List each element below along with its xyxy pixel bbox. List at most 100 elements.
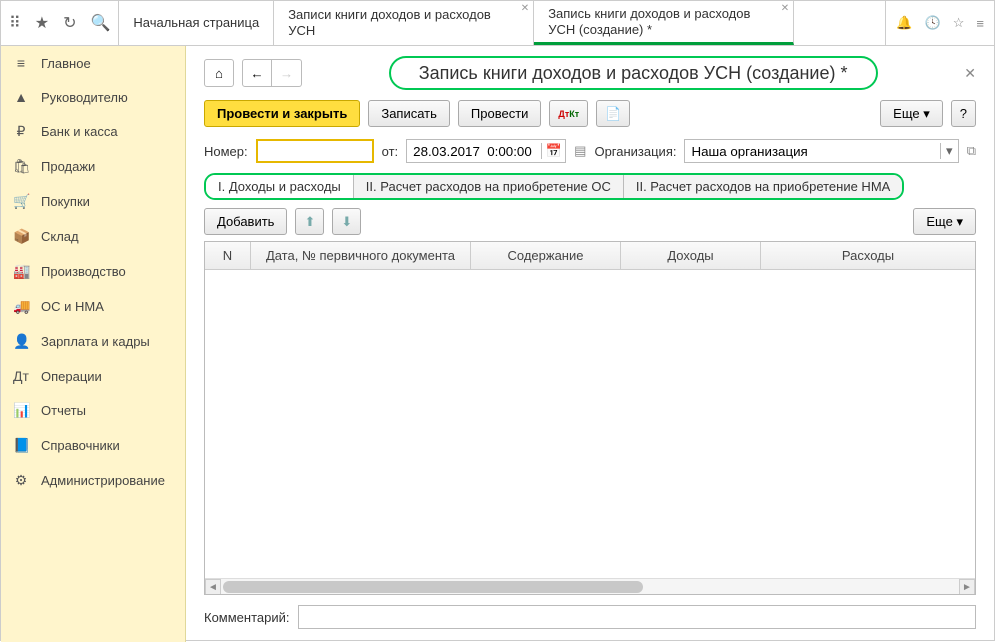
org-label: Организация:	[594, 144, 676, 159]
nav-label: Продажи	[41, 159, 95, 174]
nav-icon: 👤	[13, 333, 29, 350]
menu-icon[interactable]: ≡	[976, 16, 984, 31]
sidebar-item[interactable]: 📘 Справочники	[1, 428, 185, 463]
number-label: Номер:	[204, 144, 248, 159]
tab-close-icon[interactable]: ✕	[781, 3, 789, 15]
table-column-header[interactable]: Дата, № первичного документа	[251, 242, 471, 269]
sidebar-item[interactable]: 📊Отчеты	[1, 393, 185, 428]
list-view-icon[interactable]: ▤	[574, 143, 586, 159]
move-up-button[interactable]: ⬆	[295, 208, 324, 235]
nav-icon: 📘	[13, 437, 29, 454]
subtabs-wrap: I. Доходы и расходыII. Расчет расходов н…	[204, 173, 976, 200]
calendar-icon[interactable]: 📅	[541, 143, 565, 159]
fields-row: Номер: от: 📅 ▤ Организация: ▾ ⧉	[204, 139, 976, 163]
subtab[interactable]: II. Расчет расходов на приобретение ОС	[354, 175, 624, 198]
top-tab[interactable]: Записи книги доходов и расходов УСН✕	[274, 1, 534, 45]
title-row: ⌂ ← → Запись книги доходов и расходов УС…	[204, 59, 976, 87]
search-icon[interactable]: 🔍	[90, 13, 110, 33]
tab-close-icon[interactable]: ✕	[521, 3, 529, 15]
nav-icon: ▲	[13, 89, 29, 105]
top-tab[interactable]: Запись книги доходов и расходов УСН (соз…	[534, 1, 794, 45]
nav-icon: 📦	[13, 228, 29, 245]
date-field: 📅	[406, 139, 566, 163]
sidebar-item[interactable]: 🛒 Покупки	[1, 184, 185, 219]
home-button[interactable]: ⌂	[204, 59, 234, 87]
date-input[interactable]	[407, 140, 541, 162]
nav-icon: 🚚	[13, 298, 29, 315]
org-input[interactable]	[685, 140, 939, 162]
table-column-header[interactable]: Содержание	[471, 242, 621, 269]
nav-icon: 🛒	[13, 193, 29, 210]
toolbar-right: 🔔 🕓 ☆ ≡	[885, 1, 994, 45]
comment-label: Комментарий:	[204, 610, 290, 625]
nav-icon: 🏭	[13, 263, 29, 280]
star-outline-icon[interactable]: ☆	[953, 15, 965, 31]
close-icon[interactable]: ✕	[964, 65, 976, 82]
org-field: ▾	[684, 139, 958, 163]
nav-icon: Дт	[13, 368, 29, 384]
nav-icon: ₽	[13, 123, 29, 140]
nav-label: Банк и касса	[41, 124, 118, 139]
table-column-header[interactable]: Доходы	[621, 242, 761, 269]
document-button[interactable]: 📄	[596, 100, 630, 127]
add-button[interactable]: Добавить	[204, 208, 287, 235]
nav-label: Операции	[41, 369, 102, 384]
scroll-left-icon[interactable]: ◄	[205, 579, 221, 595]
table-more-button[interactable]: Еще ▾	[913, 208, 976, 235]
star-icon[interactable]: ★	[35, 13, 49, 33]
more-button[interactable]: Еще ▾	[880, 100, 943, 127]
sidebar-item[interactable]: 🚚 ОС и НМА	[1, 289, 185, 324]
post-and-close-button[interactable]: Провести и закрыть	[204, 100, 360, 127]
nav-icon: ≡	[13, 55, 29, 71]
table-column-header[interactable]: N	[205, 242, 251, 269]
comment-input[interactable]	[298, 605, 977, 629]
subtab[interactable]: II. Расчет расходов на приобретение НМА	[624, 175, 902, 198]
forward-button[interactable]: →	[272, 59, 302, 87]
scroll-right-icon[interactable]: ►	[959, 579, 975, 595]
nav-icon: 🛍	[13, 158, 29, 175]
table-column-header[interactable]: Расходы	[761, 242, 975, 269]
sidebar-item[interactable]: ≡Главное	[1, 46, 185, 80]
bell-icon[interactable]: 🔔	[896, 15, 912, 31]
history-icon[interactable]: ↻	[63, 13, 76, 33]
sidebar-item[interactable]: ₽ Банк и касса	[1, 114, 185, 149]
nav-label: Зарплата и кадры	[41, 334, 150, 349]
help-button[interactable]: ?	[951, 100, 976, 127]
sidebar-item[interactable]: ⚙Администрирование	[1, 463, 185, 498]
sidebar: ≡Главное▲Руководителю ₽ Банк и касса 🛍 Прода…	[1, 46, 186, 642]
apps-icon[interactable]: ⠿	[9, 13, 21, 33]
org-detail-icon[interactable]: ⧉	[967, 143, 976, 159]
subtab[interactable]: I. Доходы и расходы	[206, 175, 354, 198]
sidebar-item[interactable]: 🏭Производство	[1, 254, 185, 289]
sidebar-item[interactable]: 📦 Склад	[1, 219, 185, 254]
clock-icon[interactable]: 🕓	[925, 15, 941, 31]
save-button[interactable]: Записать	[368, 100, 450, 127]
debit-credit-button[interactable]: ДтКт	[549, 100, 588, 127]
nav-label: Склад	[41, 229, 79, 244]
nav-icon: ⚙	[13, 472, 29, 489]
nav-label: ОС и НМА	[41, 299, 104, 314]
move-down-button[interactable]: ⬇	[332, 208, 361, 235]
back-button[interactable]: ←	[242, 59, 272, 87]
subtabs: I. Доходы и расходыII. Расчет расходов н…	[204, 173, 904, 200]
top-tabs: Начальная страницаЗаписи книги доходов и…	[119, 1, 885, 45]
post-button[interactable]: Провести	[458, 100, 542, 127]
action-toolbar: Провести и закрыть Записать Провести ДтК…	[204, 100, 976, 127]
org-dropdown-icon[interactable]: ▾	[940, 143, 958, 159]
data-table: NДата, № первичного документаСодержаниеД…	[204, 241, 976, 595]
sidebar-item[interactable]: 🛍 Продажи	[1, 149, 185, 184]
top-tab[interactable]: Начальная страница	[119, 1, 274, 45]
sidebar-item[interactable]: Дт Операции	[1, 359, 185, 393]
number-input[interactable]	[256, 139, 374, 163]
page-title: Запись книги доходов и расходов УСН (соз…	[389, 56, 878, 90]
sidebar-item[interactable]: 👤 Зарплата и кадры	[1, 324, 185, 359]
nav-label: Справочники	[41, 438, 120, 453]
scroll-thumb[interactable]	[223, 581, 643, 593]
horizontal-scrollbar[interactable]: ◄ ►	[205, 578, 975, 594]
from-label: от:	[382, 144, 399, 159]
top-toolbar: ⠿ ★ ↻ 🔍 Начальная страницаЗаписи книги д…	[1, 1, 994, 46]
toolbar-icons: ⠿ ★ ↻ 🔍	[1, 1, 119, 45]
table-body[interactable]	[205, 270, 975, 578]
sidebar-item[interactable]: ▲Руководителю	[1, 80, 185, 114]
nav-label: Покупки	[41, 194, 90, 209]
